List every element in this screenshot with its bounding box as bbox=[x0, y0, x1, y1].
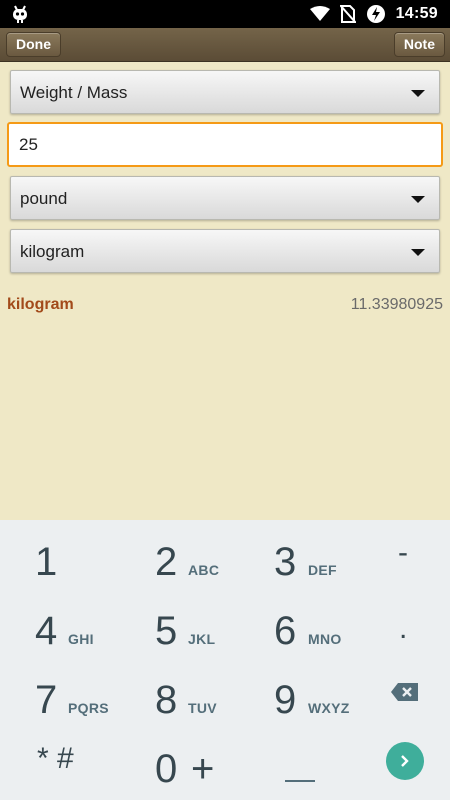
go-button[interactable] bbox=[386, 742, 424, 780]
key-letters: DEF bbox=[308, 562, 337, 578]
key-digit: 4 bbox=[35, 609, 58, 653]
value-input[interactable] bbox=[9, 124, 441, 165]
key-5[interactable]: 5 JKL bbox=[155, 597, 255, 659]
backspace-icon[interactable] bbox=[390, 682, 420, 702]
key-letters: GHI bbox=[68, 631, 94, 647]
chevron-right-icon bbox=[401, 755, 409, 767]
key-digit: 2 bbox=[155, 540, 178, 584]
key-7[interactable]: 7 PQRS bbox=[35, 666, 135, 728]
category-select[interactable]: Weight / Mass bbox=[10, 70, 440, 114]
key-2[interactable]: 2 ABC bbox=[155, 528, 255, 590]
key-letters: MNO bbox=[308, 631, 342, 647]
no-sim-icon bbox=[339, 5, 356, 23]
key-4[interactable]: 4 GHI bbox=[35, 597, 135, 659]
from-unit-select[interactable]: pound bbox=[10, 176, 440, 220]
done-button[interactable]: Done bbox=[6, 32, 61, 57]
star-hash-key[interactable]: * # bbox=[37, 742, 74, 776]
key-digit: 1 bbox=[35, 540, 58, 584]
key-8[interactable]: 8 TUV bbox=[155, 666, 255, 728]
wifi-icon bbox=[309, 6, 330, 21]
key-digit: 7 bbox=[35, 678, 58, 722]
key-3[interactable]: 3 DEF bbox=[274, 528, 374, 590]
key-digit: 3 bbox=[274, 540, 297, 584]
key-letters: PQRS bbox=[68, 700, 109, 716]
android-robot-icon bbox=[13, 5, 27, 23]
key-letters: TUV bbox=[188, 700, 217, 716]
to-unit-label: kilogram bbox=[20, 242, 85, 261]
to-unit-select[interactable]: kilogram bbox=[10, 229, 440, 273]
key-6[interactable]: 6 MNO bbox=[274, 597, 374, 659]
key-plus: + bbox=[191, 747, 215, 791]
key-digit: 0 bbox=[155, 747, 178, 791]
key-0[interactable]: 0 + bbox=[155, 735, 255, 797]
key-digit: 5 bbox=[155, 609, 178, 653]
status-bar: 14:59 bbox=[0, 0, 450, 28]
minus-key[interactable]: - bbox=[398, 536, 408, 570]
dropdown-arrow-icon bbox=[411, 249, 425, 256]
result-value: 11.33980925 bbox=[350, 296, 443, 313]
sync-icon bbox=[366, 5, 385, 23]
dropdown-arrow-icon bbox=[411, 196, 425, 203]
decimal-key[interactable]: . bbox=[399, 612, 407, 646]
value-input-wrapper bbox=[7, 122, 443, 167]
key-1[interactable]: 1 bbox=[35, 528, 95, 590]
dropdown-arrow-icon bbox=[411, 90, 425, 97]
from-unit-label: pound bbox=[20, 189, 68, 208]
clock: 14:59 bbox=[395, 5, 438, 22]
key-digit: 8 bbox=[155, 678, 178, 722]
key-letters: WXYZ bbox=[308, 700, 350, 716]
space-key[interactable] bbox=[285, 780, 315, 782]
key-9[interactable]: 9 WXYZ bbox=[274, 666, 384, 728]
key-digit: 9 bbox=[274, 678, 297, 722]
key-letters: ABC bbox=[188, 562, 220, 578]
note-button[interactable]: Note bbox=[393, 32, 445, 57]
key-letters: JKL bbox=[188, 631, 216, 647]
top-bar: Done Note bbox=[0, 28, 450, 62]
key-digit: 6 bbox=[274, 609, 297, 653]
result-row: kilogram 11.33980925 bbox=[0, 294, 450, 318]
result-unit: kilogram bbox=[7, 296, 74, 313]
category-label: Weight / Mass bbox=[20, 83, 128, 102]
